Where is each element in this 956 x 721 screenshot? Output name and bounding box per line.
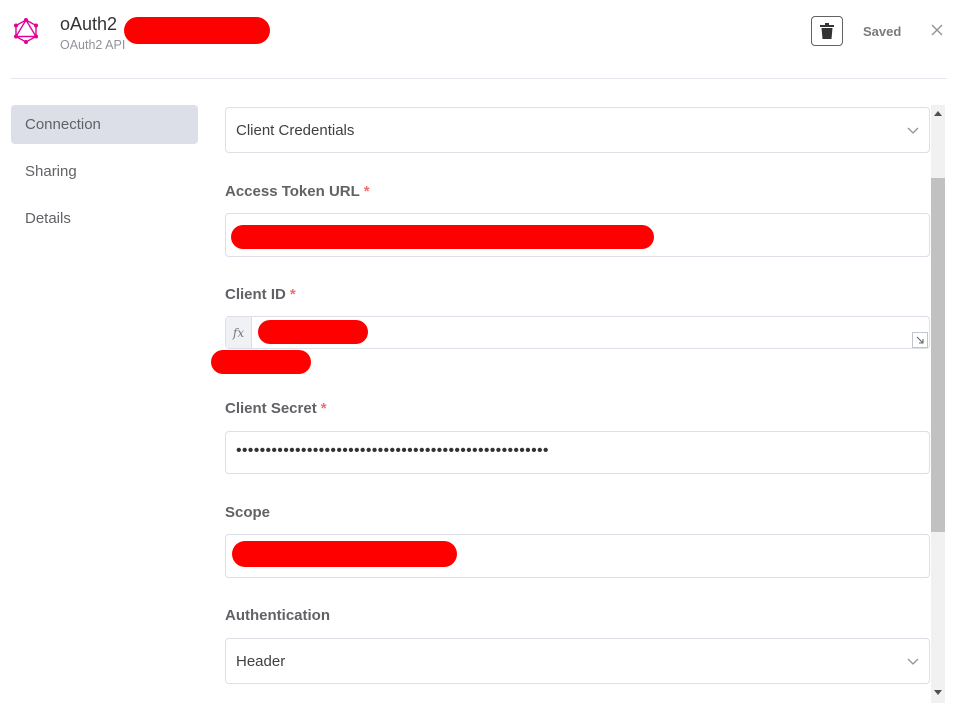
- trash-icon: [820, 23, 834, 39]
- client-secret-masked-value: ••••••••••••••••••••••••••••••••••••••••…: [236, 442, 549, 459]
- expression-fx-button[interactable]: fx: [226, 317, 252, 348]
- scroll-down-arrow-icon[interactable]: [934, 690, 942, 696]
- client-secret-label: Client Secret *: [225, 400, 327, 417]
- redacted-access-token-url: [231, 225, 654, 249]
- sidebar-item-label: Connection: [25, 116, 101, 133]
- expand-editor-icon[interactable]: [912, 332, 928, 348]
- authentication-label: Authentication: [225, 607, 330, 624]
- redacted-title-suffix: [124, 17, 270, 44]
- saved-status: Saved: [863, 24, 902, 39]
- grant-type-value: Client Credentials: [236, 122, 355, 139]
- redacted-client-id-overflow: [211, 350, 311, 374]
- credential-title[interactable]: oAuth2: [60, 14, 117, 35]
- client-id-label: Client ID *: [225, 286, 296, 303]
- credential-type-subtitle: OAuth2 API: [60, 38, 126, 52]
- sidebar-item-label: Sharing: [25, 163, 77, 180]
- authentication-select[interactable]: Header: [225, 638, 930, 684]
- sidebar-item-details[interactable]: Details: [11, 199, 198, 238]
- close-icon[interactable]: [929, 22, 945, 38]
- authentication-value: Header: [236, 653, 286, 670]
- scroll-up-arrow-icon[interactable]: [934, 110, 942, 116]
- chevron-down-icon: [907, 658, 919, 665]
- access-token-url-label: Access Token URL *: [225, 183, 370, 200]
- sidebar-item-label: Details: [25, 210, 71, 227]
- redacted-scope: [232, 541, 457, 567]
- chevron-down-icon: [907, 127, 919, 134]
- required-marker: *: [363, 183, 370, 200]
- header-divider: [11, 78, 947, 79]
- required-marker: *: [289, 286, 296, 303]
- sidebar-item-sharing[interactable]: Sharing: [11, 152, 198, 191]
- sidebar-item-connection[interactable]: Connection: [11, 105, 198, 144]
- scrollbar-thumb[interactable]: [931, 178, 945, 532]
- grant-type-select[interactable]: Client Credentials: [225, 107, 930, 153]
- scope-label: Scope: [225, 504, 271, 521]
- redacted-client-id: [258, 320, 368, 344]
- graphql-icon: [14, 18, 38, 44]
- required-marker: *: [320, 400, 327, 417]
- client-secret-input[interactable]: ••••••••••••••••••••••••••••••••••••••••…: [225, 431, 930, 474]
- delete-button[interactable]: [811, 16, 843, 46]
